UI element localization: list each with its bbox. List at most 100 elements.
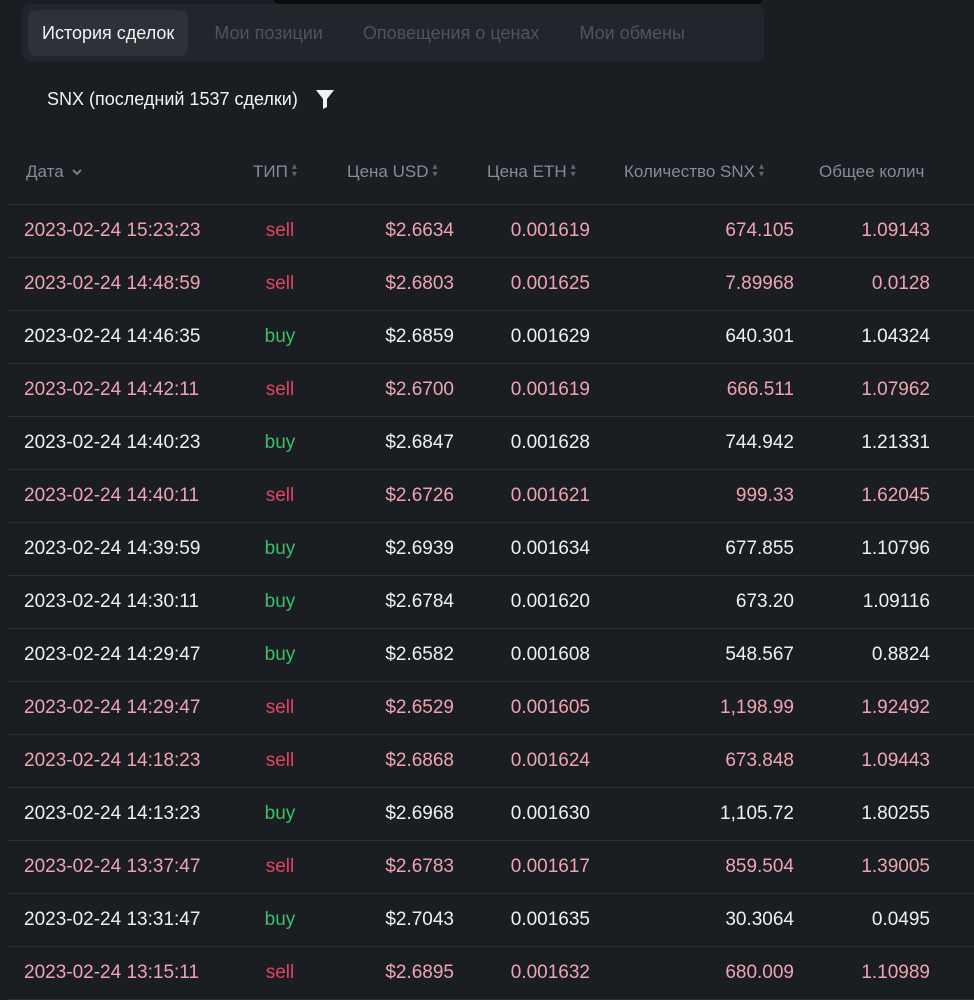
trade-qty-snx: 666.511 [726,379,794,400]
table-row[interactable]: 2023-02-24 14:48:59 sell $2.6803 0.001625 7.… [8,258,974,311]
column-header-total-label: Общее колич [819,162,925,181]
trade-qty-snx: 859.504 [725,856,794,877]
trade-date: 2023-02-24 14:42:11 [24,379,200,400]
trade-price-usd: $2.6847 [385,432,454,453]
trade-price-usd: $2.6968 [385,803,454,824]
table-row[interactable]: 2023-02-24 14:42:11 sell $2.6700 0.001619 66… [8,364,974,417]
trade-qty-snx: 673.20 [735,591,794,612]
filter-icon[interactable] [315,89,334,109]
trade-type: sell [265,220,295,241]
trade-total: 0.0495 [871,909,930,930]
trade-date: 2023-02-24 13:15:11 [24,962,200,983]
trade-qty-snx: 7.89968 [725,273,794,294]
trade-price-usd: $2.7043 [385,909,454,930]
table-row[interactable]: 2023-02-24 14:39:59 buy $2.6939 0.001634 677… [8,523,974,576]
column-header-date[interactable]: Дата [26,140,82,204]
trade-date: 2023-02-24 14:40:23 [24,432,201,453]
trade-price-usd: $2.6868 [385,750,454,771]
column-header-type[interactable]: ТИП ▴ ▾ [253,140,297,204]
table-body: 2023-02-24 15:23:23 sell $2.6634 0.001619 67… [8,205,974,1000]
table-row[interactable]: 2023-02-24 14:30:11 buy $2.6784 0.001620 673… [8,576,974,629]
trade-date: 2023-02-24 14:46:35 [24,326,201,347]
trade-qty-snx: 677.855 [725,538,794,559]
trade-price-eth: 0.001605 [510,697,590,718]
trade-price-eth: 0.001620 [510,591,590,612]
table-row[interactable]: 2023-02-24 14:29:47 buy $2.6582 0.001608 548… [8,629,974,682]
trade-total: 0.8824 [871,644,930,665]
trade-qty-snx: 744.942 [725,432,794,453]
trade-price-usd: $2.6859 [385,326,454,347]
column-header-price-eth-label: Цена ETH [487,162,567,181]
trade-qty-snx: 1,198.99 [720,697,794,718]
chevron-down-icon [72,139,82,203]
trade-type: buy [264,644,296,665]
table-row[interactable]: 2023-02-24 15:23:23 sell $2.6634 0.001619 67… [8,205,974,258]
trade-price-usd: $2.6582 [385,644,454,665]
tab-my-swaps[interactable]: Мои обмены [565,10,698,56]
trades-summary: SNX (последний 1537 сделки) [47,86,334,112]
trade-total: 1.10989 [861,962,930,983]
trade-total: 1.21331 [861,432,930,453]
trade-price-usd: $2.6634 [385,220,454,241]
trade-qty-snx: 640.301 [725,326,794,347]
trade-price-eth: 0.001608 [510,644,590,665]
table-row[interactable]: 2023-02-24 14:40:23 buy $2.6847 0.001628 744… [8,417,974,470]
trade-price-eth: 0.001630 [510,803,590,824]
trade-total: 1.39005 [861,856,930,877]
column-header-price-eth[interactable]: Цена ETH ▴ ▾ [487,140,576,204]
trade-type: sell [265,856,295,877]
trade-type: buy [264,803,296,824]
trades-summary-label: SNX (последний 1537 сделки) [47,88,298,109]
trade-price-eth: 0.001635 [510,909,590,930]
column-header-qty[interactable]: Количество SNX ▴ ▾ [624,140,764,204]
trade-type: sell [265,750,295,771]
sort-arrows-icon: ▴ ▾ [291,160,297,180]
trade-type: sell [265,962,295,983]
tab-trade-history[interactable]: История сделок [28,10,189,56]
trade-price-usd: $2.6895 [385,962,454,983]
table-row[interactable]: 2023-02-24 13:15:11 sell $2.6895 0.001632 68… [8,947,974,1000]
trade-type: buy [264,538,296,559]
trade-price-usd: $2.6803 [385,273,454,294]
trade-type: buy [264,432,296,453]
table-header: Дата ТИП ▴ ▾ Цена USD ▴ ▾ Цена ETH ▴ ▾ Количес… [8,140,974,205]
trade-date: 2023-02-24 14:30:11 [24,591,200,612]
trade-date: 2023-02-24 14:29:47 [24,644,201,665]
trade-price-usd: $2.6783 [385,856,454,877]
trade-total: 1.10796 [861,538,930,559]
trade-qty-snx: 673.848 [725,750,794,771]
trade-price-usd: $2.6700 [385,379,454,400]
trade-price-eth: 0.001617 [510,856,590,877]
table-row[interactable]: 2023-02-24 14:29:47 sell $2.6529 0.001605 1,… [8,682,974,735]
column-header-price-usd[interactable]: Цена USD ▴ ▾ [347,140,438,204]
trade-type: sell [265,697,295,718]
table-row[interactable]: 2023-02-24 13:31:47 buy $2.7043 0.001635 30.… [8,894,974,947]
trade-total: 1.09443 [861,750,930,771]
trade-total: 1.80255 [861,803,930,824]
table-row[interactable]: 2023-02-24 14:13:23 buy $2.6968 0.001630 1,1… [8,788,974,841]
trade-price-usd: $2.6939 [385,538,454,559]
trade-date: 2023-02-24 13:31:47 [24,909,201,930]
trade-total: 1.09143 [861,220,930,241]
trade-qty-snx: 680.009 [725,962,794,983]
trade-total: 0.0128 [871,273,930,294]
column-header-type-label: ТИП [253,162,288,181]
trade-qty-snx: 1,105.72 [720,803,794,824]
table-row[interactable]: 2023-02-24 14:46:35 buy $2.6859 0.001629 640… [8,311,974,364]
tab-my-positions[interactable]: Мои позиции [200,10,337,56]
trade-total: 1.04324 [861,326,930,347]
trade-price-eth: 0.001628 [510,432,590,453]
trade-total: 1.92492 [861,697,930,718]
sort-arrows-icon: ▴ ▾ [432,160,438,180]
trade-date: 2023-02-24 14:40:11 [24,485,200,506]
column-header-qty-label: Количество SNX [624,162,755,181]
trade-date: 2023-02-24 14:39:59 [24,538,201,559]
trade-type: sell [265,273,295,294]
trade-total: 1.07962 [861,379,930,400]
column-header-total[interactable]: Общее колич [819,140,937,204]
column-header-date-label: Дата [26,162,64,181]
table-row[interactable]: 2023-02-24 13:37:47 sell $2.6783 0.001617 85… [8,841,974,894]
table-row[interactable]: 2023-02-24 14:40:11 sell $2.6726 0.001621 99… [8,470,974,523]
tab-price-alerts[interactable]: Оповещения о ценах [349,10,554,56]
table-row[interactable]: 2023-02-24 14:18:23 sell $2.6868 0.001624 67… [8,735,974,788]
